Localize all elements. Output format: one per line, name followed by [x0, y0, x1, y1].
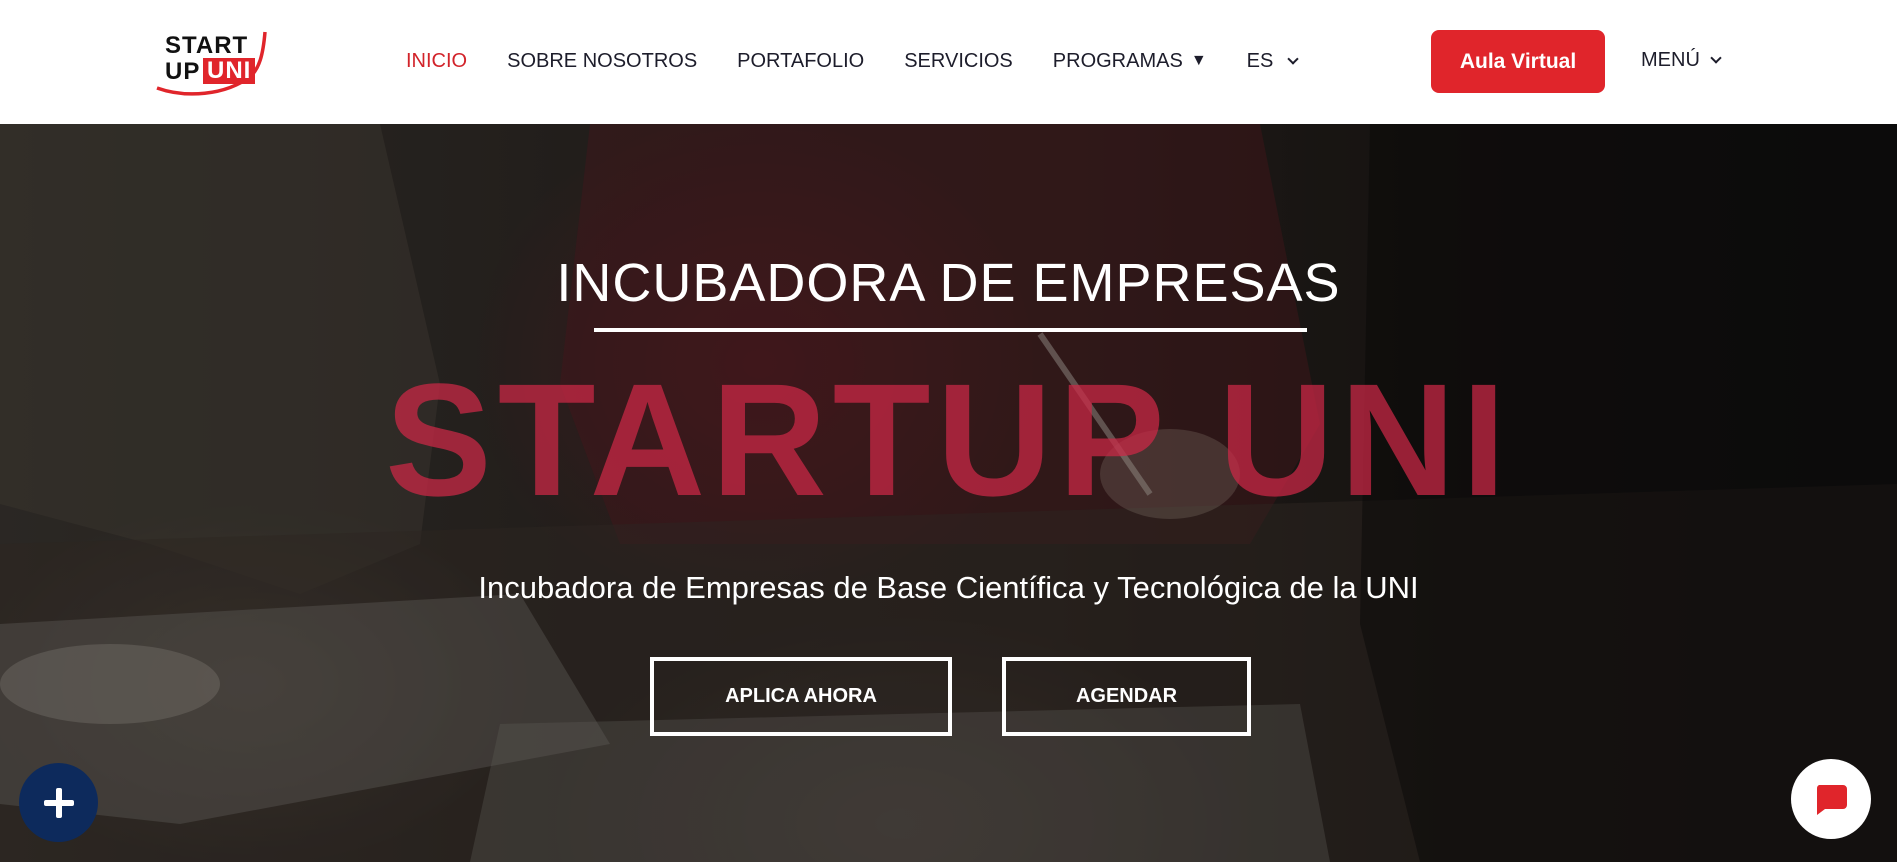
nav-item-label: PORTAFOLIO [737, 49, 865, 72]
language-selector[interactable]: ES [1246, 49, 1300, 73]
language-selector-label: ES [1246, 49, 1274, 72]
startup-uni-logo[interactable]: START UP UNI [155, 26, 267, 98]
hero-kicker-underline [594, 328, 1307, 332]
site-header: START UP UNI INICIO SOBRE NOSOTROS PORTA… [0, 0, 1897, 124]
aplica-ahora-button[interactable]: APLICA AHORA [650, 657, 952, 736]
caret-down-solid-icon: ▼ [1190, 52, 1207, 69]
chat-widget-button[interactable] [1791, 759, 1871, 839]
agendar-button[interactable]: AGENDAR [1002, 657, 1251, 736]
hero-section: INCUBADORA DE EMPRESAS STARTUP UNI Incub… [0, 124, 1897, 862]
hero-subtitle: Incubadora de Empresas de Base Científic… [478, 570, 1419, 605]
aula-virtual-button[interactable]: Aula Virtual [1431, 30, 1605, 93]
chevron-down-icon [1287, 52, 1300, 65]
nav-item-portafolio[interactable]: PORTAFOLIO [737, 50, 864, 73]
menu-dropdown-button[interactable]: MENÚ [1641, 47, 1722, 73]
hero-kicker: INCUBADORA DE EMPRESAS [556, 253, 1341, 313]
floating-plus-button[interactable] [19, 763, 98, 842]
logo-text-uni: UNI [203, 58, 256, 84]
nav-item-sobre-nosotros[interactable]: SOBRE NOSOTROS [507, 50, 697, 73]
menu-label: MENÚ [1641, 48, 1700, 71]
nav-item-label: INICIO [406, 49, 468, 72]
logo-text-up: UP [165, 58, 201, 85]
nav-item-label: SERVICIOS [904, 49, 1013, 72]
main-nav: INICIO SOBRE NOSOTROS PORTAFOLIO SERVICI… [406, 48, 1337, 74]
nav-item-label: PROGRAMAS [1052, 49, 1183, 72]
logo-text-start: START [165, 32, 249, 59]
nav-item-servicios[interactable]: SERVICIOS [904, 50, 1013, 73]
chat-bubble-icon [1816, 785, 1847, 815]
nav-item-label: SOBRE NOSOTROS [507, 49, 698, 72]
chevron-down-icon [1710, 51, 1722, 64]
nav-item-programas[interactable]: PROGRAMAS ▼ [1053, 50, 1207, 73]
hero-title: STARTUP UNI [385, 350, 1512, 529]
nav-item-inicio[interactable]: INICIO [406, 50, 467, 73]
